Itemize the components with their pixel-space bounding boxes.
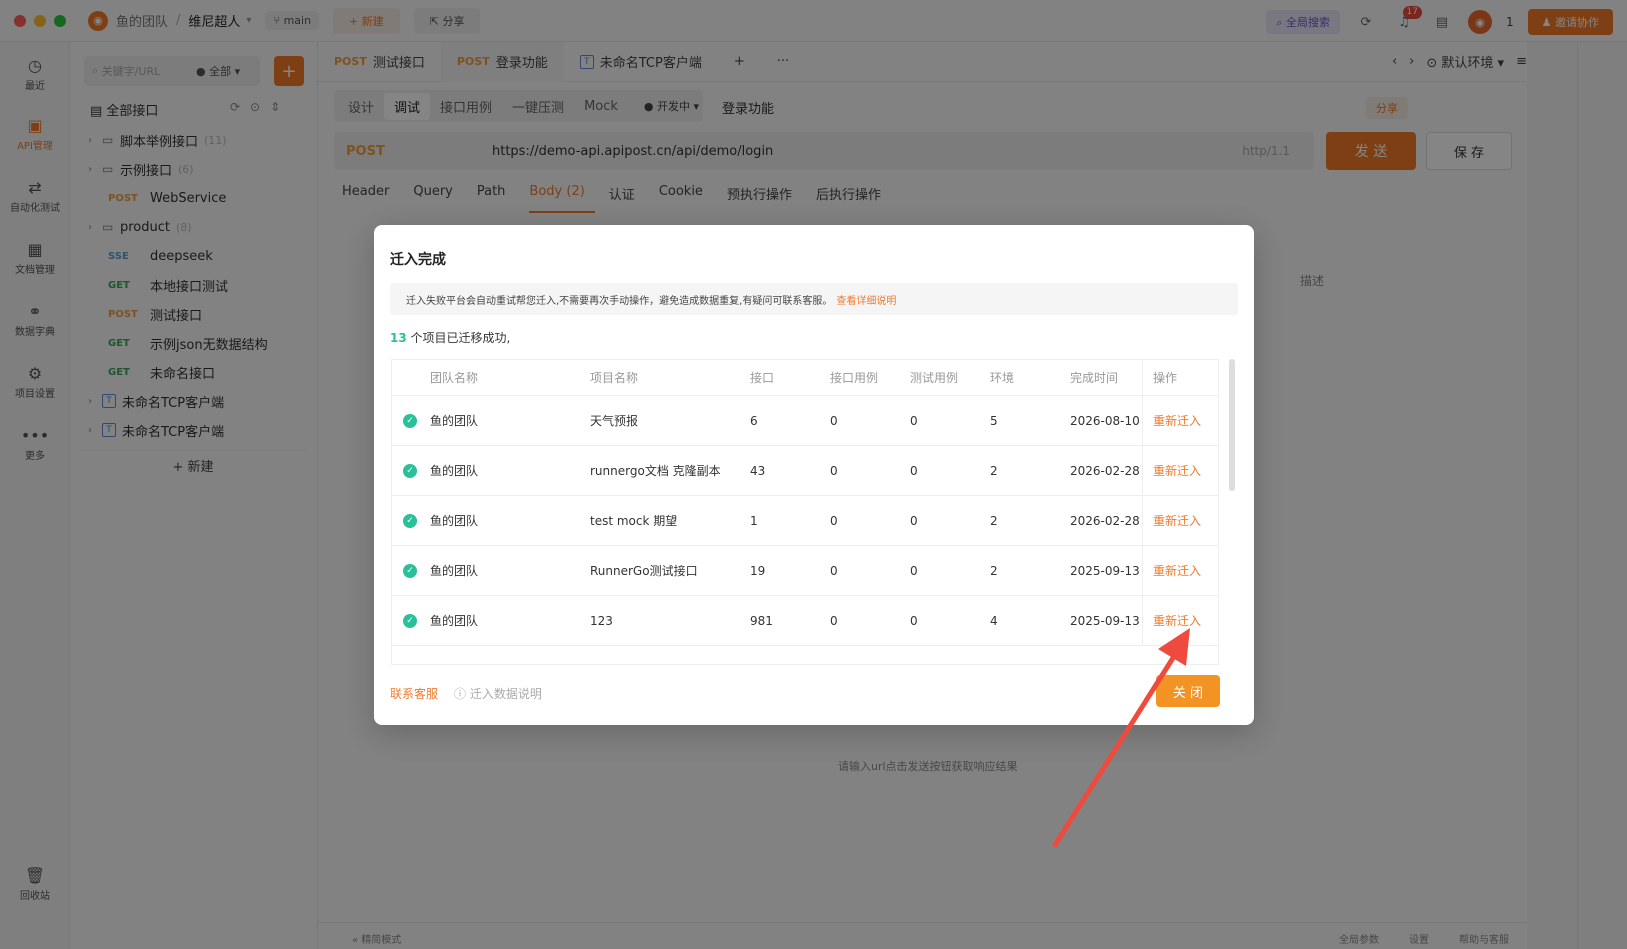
summary-text: 个项目已迁移成功, <box>410 331 511 345</box>
details-link[interactable]: 查看详细说明 <box>836 292 896 307</box>
notice-text: 迁入失败平台会自动重试帮您迁入,不需要再次手动操作，避免造成数据重复,有疑问可联… <box>406 295 833 307</box>
migration-table: 团队名称 项目名称 接口 接口用例 测试用例 环境 完成时间 操作 ✓ 鱼的团队… <box>391 359 1219 665</box>
cell-team: 鱼的团队 <box>430 414 479 428</box>
notice-banner: 迁入失败平台会自动重试帮您迁入,不需要再次手动操作，避免造成数据重复,有疑问可联… <box>390 283 1238 315</box>
table-row: ✓ 鱼的团队 runnergo文档 克隆副本 43 0 0 2 2026-02-… <box>392 446 1218 496</box>
cell-test-cases: 0 <box>910 613 918 628</box>
success-check-icon: ✓ <box>403 563 417 578</box>
close-button[interactable]: 关 闭 <box>1156 675 1220 707</box>
re-migrate-button[interactable]: 重新迁入 <box>1142 446 1218 495</box>
cell-api-cases: 0 <box>830 413 838 428</box>
cell-team: 鱼的团队 <box>430 564 479 578</box>
cell-time: 2025-09-13 <box>1070 613 1140 628</box>
col-test-cases: 测试用例 <box>910 371 959 385</box>
cell-api-cases: 0 <box>830 563 838 578</box>
table-row: ✓ 鱼的团队 123 981 0 0 4 2025-09-13 重新迁入 <box>392 596 1218 646</box>
cell-envs: 4 <box>990 613 998 628</box>
col-action: 操作 <box>1142 360 1218 395</box>
cell-apis: 6 <box>750 413 758 428</box>
help-circle-icon: ⓘ <box>454 687 470 701</box>
cell-apis: 1 <box>750 513 758 528</box>
col-api-cases: 接口用例 <box>830 371 879 385</box>
re-migrate-button[interactable]: 重新迁入 <box>1142 546 1218 595</box>
re-migrate-button[interactable]: 重新迁入 <box>1142 396 1218 445</box>
cell-api-cases: 0 <box>830 613 838 628</box>
contact-support-link[interactable]: 联系客服 <box>390 685 438 702</box>
app-window: ◉ 鱼的团队 / 维尼超人 ▾ ⑂ main + 新建 ⇱ 分享 ⌕ 全局搜索 … <box>0 0 1627 949</box>
cell-test-cases: 0 <box>910 463 918 478</box>
cell-project: test mock 期望 <box>590 514 678 528</box>
cell-project: 天气预报 <box>590 414 639 428</box>
cell-envs: 2 <box>990 513 998 528</box>
col-apis: 接口 <box>750 371 775 385</box>
cell-time: 2026-02-28 <box>1070 463 1140 478</box>
cell-team: 鱼的团队 <box>430 614 479 628</box>
cell-test-cases: 0 <box>910 563 918 578</box>
table-header: 团队名称 项目名称 接口 接口用例 测试用例 环境 完成时间 操作 <box>392 360 1218 396</box>
cell-envs: 2 <box>990 563 998 578</box>
cell-test-cases: 0 <box>910 513 918 528</box>
cell-time: 2026-02-28 <box>1070 513 1140 528</box>
col-project: 项目名称 <box>590 371 639 385</box>
col-envs: 环境 <box>990 371 1015 385</box>
cell-test-cases: 0 <box>910 413 918 428</box>
success-check-icon: ✓ <box>403 513 417 528</box>
table-row: ✓ 鱼的团队 test mock 期望 1 0 0 2 2026-02-28 重… <box>392 496 1218 546</box>
col-team: 团队名称 <box>430 371 479 385</box>
success-count: 13 <box>390 331 407 345</box>
col-time: 完成时间 <box>1070 371 1119 385</box>
migration-help-link[interactable]: ⓘ 迁入数据说明 <box>454 685 542 702</box>
cell-api-cases: 0 <box>830 463 838 478</box>
cell-time: 2026-08-10 <box>1070 413 1140 428</box>
cell-project: RunnerGo测试接口 <box>590 564 698 578</box>
re-migrate-button[interactable]: 重新迁入 <box>1142 496 1218 545</box>
cell-envs: 5 <box>990 413 998 428</box>
table-row: ✓ 鱼的团队 RunnerGo测试接口 19 0 0 2 2025-09-13 … <box>392 546 1218 596</box>
dialog-title: 迁入完成 <box>390 252 446 268</box>
cell-project: runnergo文档 克隆副本 <box>590 464 721 478</box>
cell-apis: 43 <box>750 463 766 478</box>
summary: 13 个项目已迁移成功, <box>390 329 510 346</box>
cell-team: 鱼的团队 <box>430 464 479 478</box>
success-check-icon: ✓ <box>403 413 417 428</box>
help-label: 迁入数据说明 <box>469 687 542 701</box>
cell-time: 2025-09-13 <box>1070 563 1140 578</box>
cell-project: 123 <box>590 613 613 628</box>
cell-apis: 981 <box>750 613 773 628</box>
cell-envs: 2 <box>990 463 998 478</box>
table-scrollbar[interactable] <box>1229 359 1235 491</box>
table-row: ✓ 鱼的团队 天气预报 6 0 0 5 2026-08-10 重新迁入 <box>392 396 1218 446</box>
migration-dialog: 迁入完成 迁入失败平台会自动重试帮您迁入,不需要再次手动操作，避免造成数据重复,… <box>374 225 1254 725</box>
re-migrate-button[interactable]: 重新迁入 <box>1142 596 1218 645</box>
success-check-icon: ✓ <box>403 463 417 478</box>
cell-team: 鱼的团队 <box>430 514 479 528</box>
success-check-icon: ✓ <box>403 613 417 628</box>
cell-apis: 19 <box>750 563 766 578</box>
cell-api-cases: 0 <box>830 513 838 528</box>
